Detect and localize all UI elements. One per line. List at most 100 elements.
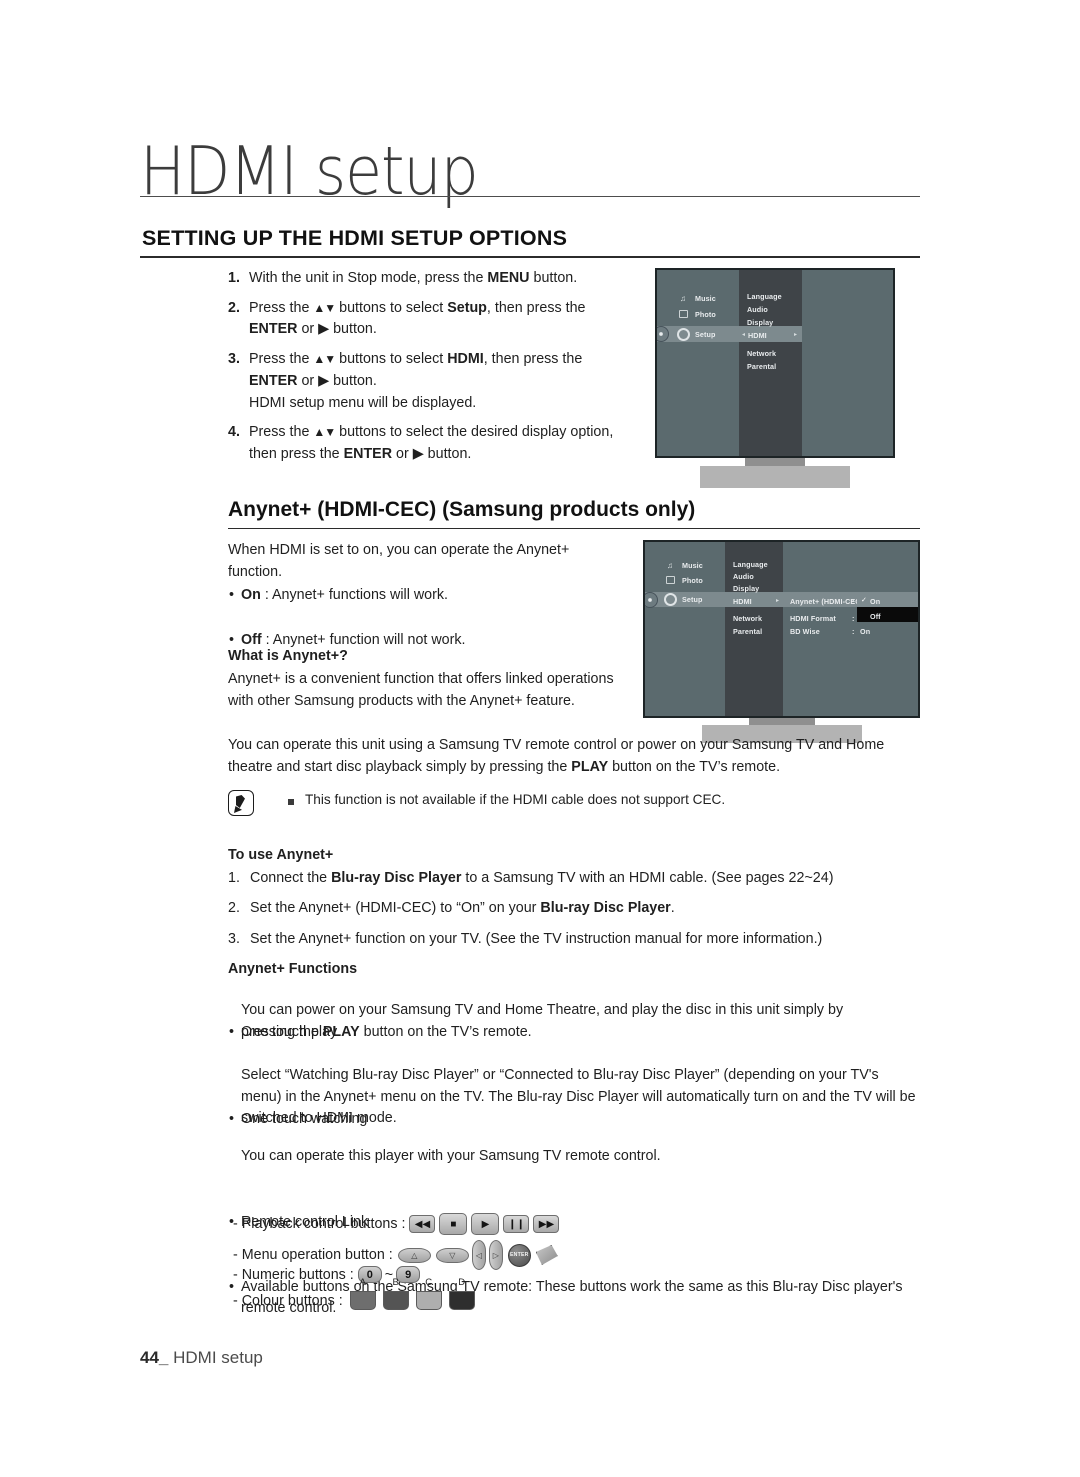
gear-icon: [677, 328, 690, 341]
photo-icon: [679, 310, 688, 318]
step-text: Press the ▲▼ buttons to select HDMI, the…: [249, 351, 583, 411]
menu-item-music[interactable]: Music: [682, 561, 703, 570]
item-text: Connect the Blu-ray Disc Player to a Sam…: [250, 870, 834, 886]
note-block: This function is not available if the HD…: [228, 790, 918, 816]
tv-screen: ♫ Music Photo Setup Language Audio Displ…: [643, 540, 920, 718]
rewind-button-icon[interactable]: ◀◀: [409, 1215, 436, 1233]
step-text: Press the ▲▼ buttons to select the desir…: [249, 424, 614, 463]
option-value-bd-wise: On: [860, 627, 871, 636]
colour-button-c-label: C: [425, 1277, 433, 1288]
menu-item-network[interactable]: Network: [733, 614, 762, 623]
menu-item-display[interactable]: Display: [733, 584, 759, 593]
tv-neck: [748, 718, 815, 725]
play-button-icon[interactable]: ▶: [471, 1213, 500, 1235]
section-heading: SETTING UP THE HDMI SETUP OPTIONS: [142, 226, 568, 250]
tv-screenshot-anynet-menu: ♫ Music Photo Setup Language Audio Displ…: [643, 540, 920, 743]
list-item: 1. With the unit in Stop mode, press the…: [228, 268, 628, 290]
step-text: With the unit in Stop mode, press the ME…: [249, 270, 578, 286]
note-bullet-icon: [288, 799, 294, 805]
colour-button-b-icon[interactable]: B: [382, 1277, 409, 1310]
menu-item-photo[interactable]: Photo: [682, 576, 703, 585]
chevron-right-icon: ▸: [794, 332, 798, 338]
menu-item-hdmi[interactable]: HDMI: [748, 331, 767, 340]
menu-item-language[interactable]: Language: [733, 560, 768, 569]
numeric-key-9-icon[interactable]: 9: [396, 1266, 421, 1283]
stop-button-icon[interactable]: ■: [439, 1213, 468, 1235]
menu-item-network[interactable]: Network: [747, 349, 776, 358]
subsection-heading: Anynet+ (HDMI-CEC) (Samsung products onl…: [228, 498, 696, 521]
list-item: 2. Set the Anynet+ (HDMI-CEC) to “On” on…: [228, 898, 928, 919]
list-item: 2. Press the ▲▼ buttons to select Setup,…: [228, 298, 628, 341]
numeric-buttons-label: - Numeric buttons :: [233, 1266, 354, 1283]
function-body-one-touch-play: You can power on your Samsung TV and Hom…: [241, 1002, 844, 1040]
dropdown-item-off-bg: [857, 607, 918, 622]
what-is-anynet-heading: What is Anynet+?: [228, 648, 348, 664]
left-arrow-button-icon[interactable]: ◁: [471, 1240, 486, 1270]
note-text: This function is not available if the HD…: [305, 792, 726, 807]
option-separator: :: [852, 614, 855, 623]
step-number: 2.: [228, 299, 240, 316]
subsection-divider: [228, 528, 920, 530]
music-note-icon: ♫: [667, 561, 673, 570]
colour-button-d-label: D: [458, 1277, 466, 1288]
colour-button-c-icon[interactable]: C: [415, 1277, 442, 1310]
step-number: 1.: [228, 270, 240, 286]
pause-button-icon[interactable]: ❙❙: [503, 1215, 530, 1233]
what-is-anynet-body: Anynet+ is a convenient function that of…: [228, 671, 614, 709]
setup-steps-list: 1. With the unit in Stop mode, press the…: [228, 268, 628, 474]
option-label-hdmi-format[interactable]: HDMI Format: [790, 614, 836, 623]
tv-screenshot-hdmi-menu: ♫ Music Photo Setup Language Audio Displ…: [655, 268, 895, 488]
return-button-icon[interactable]: [535, 1245, 558, 1265]
down-arrow-button-icon[interactable]: ▽: [435, 1247, 469, 1263]
title-divider: [140, 196, 920, 197]
gear-icon: [664, 593, 677, 606]
fast-forward-button-icon[interactable]: ▶▶: [533, 1215, 560, 1233]
step-number: 4.: [228, 424, 240, 441]
menu-item-music[interactable]: Music: [695, 294, 716, 303]
anynet-intro-text: When HDMI is set to on, you can operate …: [228, 542, 570, 580]
tv-screen: ♫ Music Photo Setup Language Audio Displ…: [655, 268, 895, 458]
dropdown-item-on[interactable]: On: [870, 597, 880, 606]
menu-item-audio[interactable]: Audio: [733, 572, 754, 581]
list-item: 4. Press the ▲▼ buttons to select the de…: [228, 422, 628, 465]
menu-item-language[interactable]: Language: [747, 292, 782, 301]
tv-neck: [745, 458, 805, 466]
menu-item-photo[interactable]: Photo: [695, 310, 716, 319]
list-item: 3. Set the Anynet+ function on your TV. …: [228, 929, 928, 950]
right-arrow-button-icon[interactable]: ▷: [488, 1240, 503, 1270]
chevron-right-icon: ▸: [776, 598, 780, 604]
photo-icon: [666, 576, 675, 584]
menu-item-setup[interactable]: Setup: [682, 595, 702, 604]
menu-item-parental[interactable]: Parental: [747, 362, 776, 371]
anynet-bullet-on: On : Anynet+ functions will work.: [228, 585, 613, 607]
item-number: 2.: [228, 900, 240, 917]
colour-buttons-row: - Colour buttons : A B C D: [233, 1277, 475, 1310]
up-arrow-button-icon[interactable]: △: [397, 1247, 431, 1263]
colour-button-a-label: A: [359, 1277, 366, 1288]
menu-item-audio[interactable]: Audio: [747, 305, 768, 314]
menu-item-parental[interactable]: Parental: [733, 627, 762, 636]
memo-pencil-icon: [228, 790, 254, 816]
item-text: Set the Anynet+ (HDMI-CEC) to “On” on yo…: [250, 900, 675, 917]
to-use-list: 1. Connect the Blu-ray Disc Player to a …: [228, 868, 928, 959]
colour-buttons-label: - Colour buttons :: [233, 1292, 343, 1309]
menu-buttons-label: - Menu operation button :: [233, 1247, 393, 1263]
menu-item-hdmi[interactable]: HDMI: [733, 597, 752, 606]
page-footer: 44_ HDMI setup: [140, 1348, 263, 1368]
step-text: Press the ▲▼ buttons to select Setup, th…: [249, 299, 586, 338]
music-note-icon: ♫: [680, 294, 686, 303]
item-text: Set the Anynet+ function on your TV. (Se…: [250, 930, 823, 947]
tv-stand: [700, 466, 850, 488]
colour-button-a-icon[interactable]: A: [349, 1277, 376, 1310]
menu-item-display[interactable]: Display: [747, 318, 773, 327]
playback-buttons-label: - Playback control buttons :: [233, 1216, 406, 1232]
colour-button-d-icon[interactable]: D: [448, 1277, 475, 1310]
operate-unit-paragraph: You can operate this unit using a Samsun…: [228, 737, 885, 775]
option-separator: :: [852, 627, 855, 636]
option-label-bd-wise[interactable]: BD Wise: [790, 627, 820, 636]
manual-page: HDMI setup SETTING UP THE HDMI SETUP OPT…: [0, 0, 1080, 1477]
enter-button-icon[interactable]: ENTER: [507, 1243, 531, 1267]
step-number: 3.: [228, 351, 240, 368]
dropdown-item-off[interactable]: Off: [870, 612, 881, 621]
menu-item-setup[interactable]: Setup: [695, 330, 715, 339]
